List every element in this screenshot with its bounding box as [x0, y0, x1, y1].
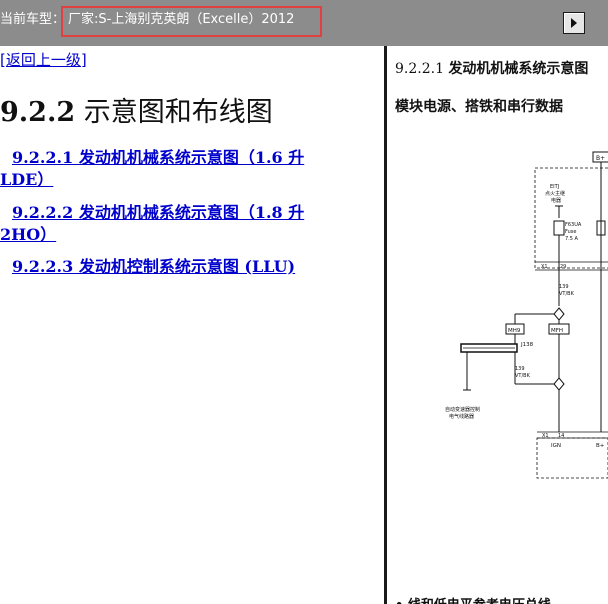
link-9-2-2-2-cont[interactable]: 2HO） — [0, 224, 56, 246]
module-label-2: 电气线路器 — [449, 413, 474, 420]
highlight-box — [61, 6, 322, 37]
wire-139-b: 139 — [515, 366, 525, 372]
fuse-block-sub1: 点火主继 — [545, 190, 565, 197]
right-pane[interactable]: 9.2.2.1 发动机机械系统示意图 模块电源、搭铁和串行数据 B+ EITJ … — [387, 46, 608, 604]
link-9-2-2-2-line1: 9.2.2.2 发动机机械系统示意图（1.8 升 — [12, 203, 305, 222]
expand-icon — [571, 18, 577, 28]
right-heading: 9.2.2.1 发动机机械系统示意图 — [395, 58, 588, 78]
fuse-rating: 7.5 A — [565, 236, 579, 242]
right-heading-title: 发动机机械系统示意图 — [448, 61, 589, 77]
mh9-text: MH9 — [508, 328, 521, 334]
right-bottom-text: • 线和低电平参考电压总线 — [395, 594, 551, 604]
j138-text: J138 — [520, 342, 534, 348]
fuse-symbol — [553, 220, 565, 236]
current-model-label: 当前车型： — [0, 12, 66, 27]
left-pane[interactable]: [返回上一级] 9.2.2 示意图和布线图 9.2.2.1 发动机机械系统示意图… — [0, 46, 385, 604]
expand-button[interactable] — [563, 12, 585, 34]
section-number: 9.2.2 — [0, 97, 76, 128]
link-9-2-2-1-cont[interactable]: LDE） — [0, 169, 53, 191]
wire-139-a: 139 — [559, 284, 569, 290]
back-link[interactable]: [返回上一级] — [0, 49, 87, 70]
link-9-2-2-2[interactable]: 9.2.2.2 发动机机械系统示意图（1.8 升 — [12, 202, 304, 224]
x1-label: X1 — [541, 264, 548, 270]
top-bar: 当前车型： 厂家:S-上海别克英朗（Excelle）2012 — [0, 0, 608, 46]
wiring-diagram: B+ EITJ 点火主继 电器 F63UA Fuse 7.5 A X1 29 1… — [445, 151, 608, 479]
wire-color-a: VT/BK — [559, 291, 575, 297]
fuse-block-sub2: 电器 — [551, 197, 561, 204]
mfh-text: MFH — [551, 328, 563, 334]
link-9-2-2-1-line1: 9.2.2.1 发动机机械系统示意图（1.6 升 — [12, 148, 305, 167]
ign-text: IGN — [551, 443, 561, 449]
b-plus-top-text: B+ — [596, 155, 605, 162]
fuse-block-label: EITJ — [550, 184, 559, 190]
link-9-2-2-1-line2: LDE） — [0, 170, 54, 189]
splice-diamond-2 — [553, 377, 565, 391]
page-title: 9.2.2 示意图和布线图 — [0, 90, 273, 129]
fuse-sub: Fuse — [565, 229, 576, 235]
splice-diamond-1 — [553, 307, 565, 321]
right-subheading: 模块电源、搭铁和串行数据 — [395, 99, 563, 115]
b-plus-bottom-text: B+ — [596, 443, 605, 449]
link-9-2-2-1[interactable]: 9.2.2.1 发动机机械系统示意图（1.6 升 — [12, 147, 304, 169]
module-label-1: 自动变速器控制 — [445, 406, 480, 413]
link-9-2-2-3[interactable]: 9.2.2.3 发动机控制系统示意图 (LLU) — [12, 256, 295, 278]
wire-color-b: VT/BK — [515, 373, 531, 379]
section-title-text: 示意图和布线图 — [75, 97, 273, 128]
fuse-name: F63UA — [565, 222, 582, 228]
link-9-2-2-2-line2: 2HO） — [0, 225, 57, 244]
pin-29: 29 — [560, 264, 566, 270]
link-9-2-2-3-line1: 9.2.2.3 发动机控制系统示意图 (LLU) — [12, 257, 296, 276]
fuse-block-outline — [534, 167, 608, 269]
right-heading-number: 9.2.2.1 — [395, 61, 449, 77]
